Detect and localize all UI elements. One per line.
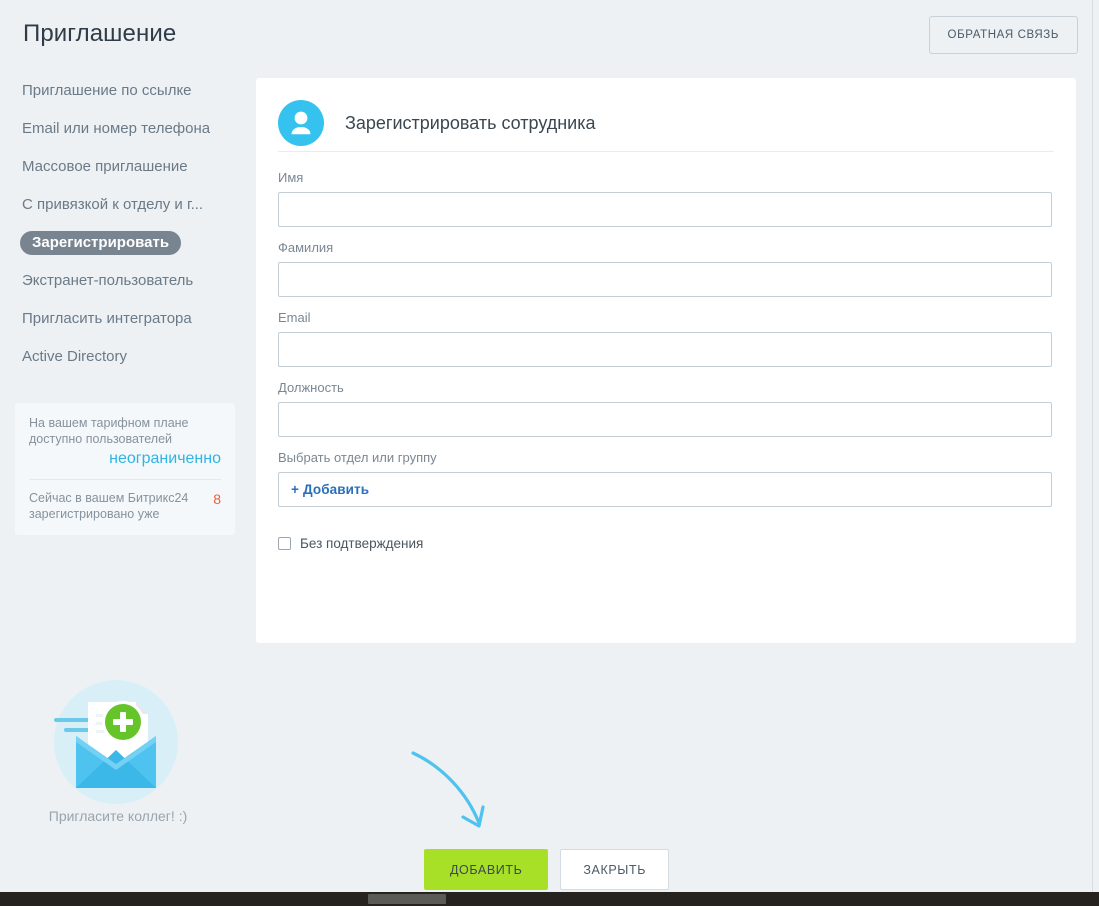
illustration-caption: Пригласите коллег! :) [48, 808, 188, 824]
register-employee-form: Имя Фамилия Email Должность Выбрать отде… [256, 152, 1076, 551]
sidebar-item-label: Active Directory [22, 348, 128, 365]
registered-text: Сейчас в вашем Битрикс24 зарегистрирован… [29, 491, 189, 521]
sidebar-item-label: Пригласить интегратора [22, 310, 192, 327]
plan-available-text: На вашем тарифном плане доступно пользов… [29, 416, 189, 446]
field-label: Email [278, 310, 311, 325]
sidebar-item-invite-by-link[interactable]: Приглашение по ссылке [0, 72, 250, 110]
sidebar-item-label: Email или номер телефона [22, 120, 211, 137]
sidebar-nav: Приглашение по ссылке Email или номер те… [0, 72, 250, 376]
field-position: Должность [278, 380, 1052, 437]
department-add-label: Добавить [302, 482, 370, 497]
register-employee-card: Зарегистрировать сотрудника Имя Фамилия … [256, 78, 1076, 643]
registered-count: 8 [213, 491, 221, 507]
field-label: Должность [278, 380, 344, 395]
sidebar-item-mass-invite[interactable]: Массовое приглашение [0, 148, 250, 186]
page-title: Приглашение [23, 20, 177, 47]
email-input[interactable] [278, 332, 1052, 367]
sidebar-item-department-binding[interactable]: С привязкой к отделу и г... [0, 186, 250, 224]
plan-info-box: На вашем тарифном плане доступно пользов… [15, 403, 235, 535]
sidebar-item-label: С привязкой к отделу и г... [22, 196, 204, 213]
card-title: Зарегистрировать сотрудника [345, 112, 596, 133]
department-label: Выбрать отдел или группу [278, 450, 437, 465]
no-confirmation-label: Без подтверждения [300, 536, 424, 551]
submit-button[interactable]: ДОБАВИТЬ [423, 849, 549, 890]
sidebar-item-invite-integrator[interactable]: Пригласить интегратора [0, 300, 250, 338]
pointer-arrow-annotation [395, 733, 515, 843]
no-confirmation-checkbox-row[interactable]: Без подтверждения [278, 536, 1052, 551]
close-button[interactable]: ЗАКРЫТЬ [560, 849, 670, 890]
plan-available-value: неограниченно [109, 450, 221, 467]
plus-icon: + [291, 482, 299, 497]
field-last-name: Фамилия [278, 240, 1052, 297]
field-label: Фамилия [278, 240, 334, 255]
sidebar-item-label: Зарегистрировать [20, 231, 182, 256]
invitation-slider-page: Приглашение ОБРАТНАЯ СВЯЗЬ Приглашение п… [0, 0, 1099, 906]
department-add-button[interactable]: + Добавить [278, 472, 1052, 507]
position-input[interactable] [278, 402, 1052, 437]
registered-row: Сейчас в вашем Битрикс24 зарегистрирован… [29, 490, 221, 522]
panel-right-divider [1092, 0, 1093, 892]
field-first-name: Имя [278, 170, 1052, 227]
footer-actions: ДОБАВИТЬ ЗАКРЫТЬ [0, 849, 1093, 890]
no-confirmation-checkbox[interactable] [278, 537, 291, 550]
sidebar-item-extranet-user[interactable]: Экстранет-пользователь [0, 262, 250, 300]
invite-envelope-illustration [46, 680, 186, 808]
sidebar-item-active-directory[interactable]: Active Directory [0, 338, 250, 376]
field-label: Имя [278, 170, 304, 185]
sidebar-item-register[interactable]: Зарегистрировать [0, 224, 250, 262]
sidebar-item-label: Экстранет-пользователь [22, 272, 194, 289]
sidebar-item-email-or-phone[interactable]: Email или номер телефона [0, 110, 250, 148]
feedback-button[interactable]: ОБРАТНАЯ СВЯЗЬ [928, 16, 1078, 54]
sidebar-item-label: Приглашение по ссылке [22, 82, 192, 99]
horizontal-scrollbar[interactable] [0, 892, 1099, 906]
info-divider [29, 479, 221, 480]
user-avatar-icon [278, 100, 324, 146]
last-name-input[interactable] [278, 262, 1052, 297]
field-department: Выбрать отдел или группу + Добавить [278, 450, 1052, 507]
field-email: Email [278, 310, 1052, 367]
first-name-input[interactable] [278, 192, 1052, 227]
sidebar-item-label: Массовое приглашение [22, 158, 188, 175]
card-header: Зарегистрировать сотрудника [256, 78, 1076, 151]
horizontal-scrollbar-thumb[interactable] [368, 894, 446, 904]
